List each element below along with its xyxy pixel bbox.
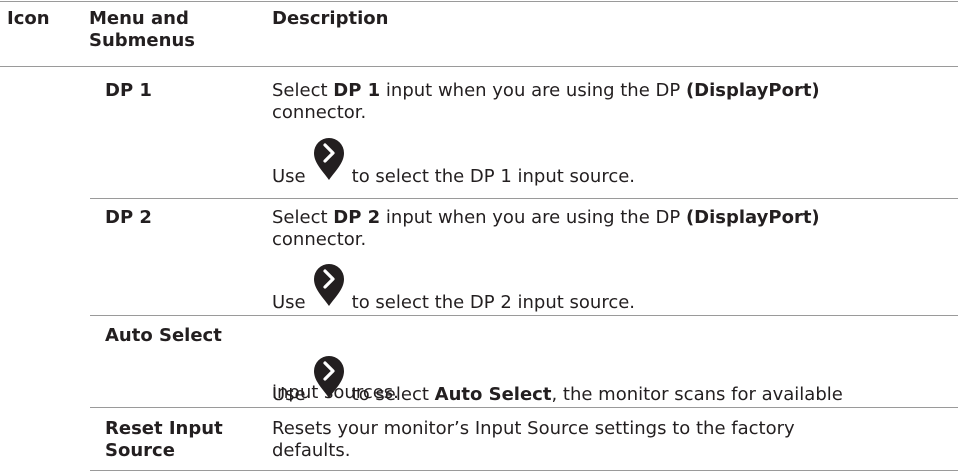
rule-row2	[90, 315, 958, 316]
menu-reset-line1: Reset Input	[105, 418, 223, 439]
rule-header-bottom	[0, 66, 958, 67]
header-description: Description	[272, 8, 389, 29]
desc-dp1-line1: Select DP 1 input when you are using the…	[272, 80, 820, 101]
header-icon: Icon	[7, 8, 50, 29]
desc-dp2-use: Use to select the DP 2 input source.	[272, 264, 635, 314]
desc-dp1-use: Use to select the DP 1 input source.	[272, 138, 635, 188]
rule-bottom	[90, 470, 958, 471]
desc-dp2-line2: connector.	[272, 229, 367, 250]
header-menu: Menu and Submenus	[89, 8, 195, 51]
desc-auto-line2: input sources.	[272, 382, 399, 403]
desc-dp1-line2: connector.	[272, 102, 367, 123]
menu-reset-line2: Source	[105, 440, 175, 461]
rule-row1	[90, 198, 958, 199]
rule-top	[0, 1, 958, 2]
menu-dp2: DP 2	[105, 207, 152, 228]
menu-auto-select: Auto Select	[105, 325, 222, 346]
right-arrow-pin-icon	[312, 262, 346, 308]
desc-reset-line1: Resets your monitor’s Input Source setti…	[272, 418, 795, 439]
menu-dp1: DP 1	[105, 80, 152, 101]
right-arrow-pin-icon	[312, 136, 346, 182]
desc-reset-line2: defaults.	[272, 440, 351, 461]
rule-row3	[90, 407, 958, 408]
desc-dp2-line1: Select DP 2 input when you are using the…	[272, 207, 820, 228]
